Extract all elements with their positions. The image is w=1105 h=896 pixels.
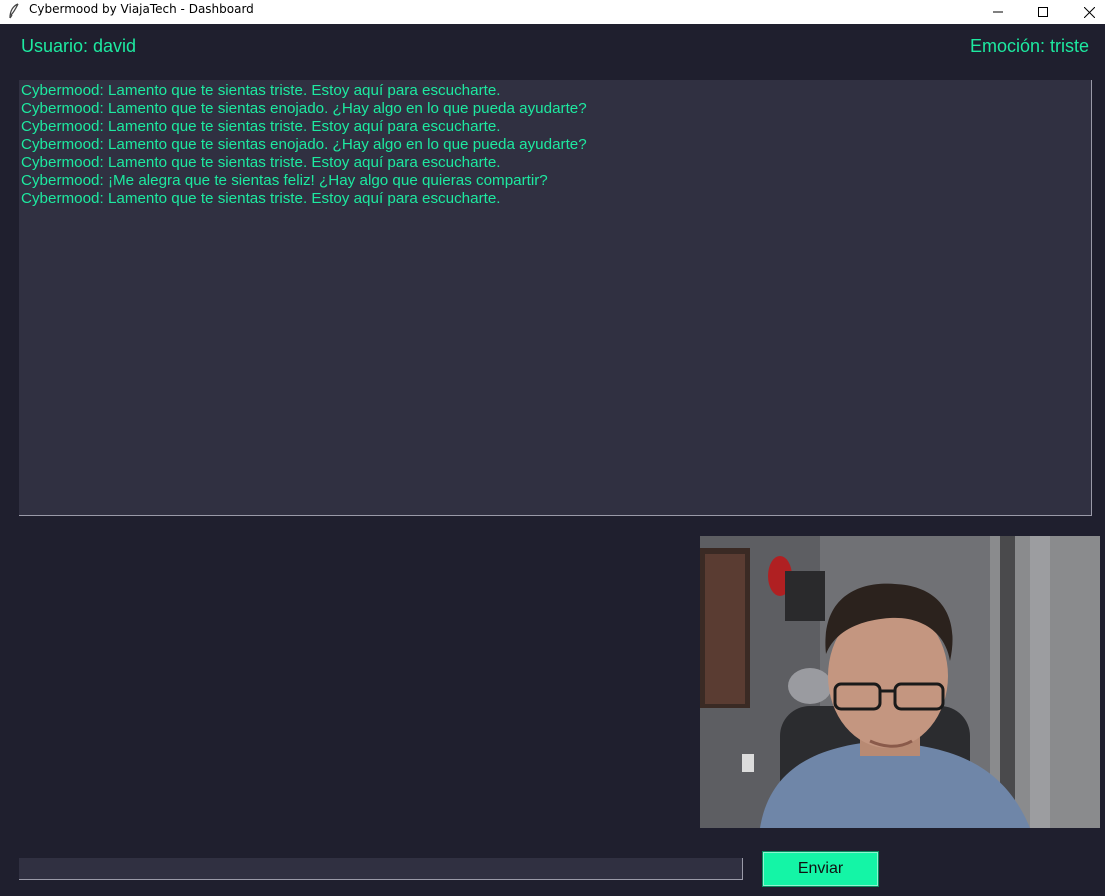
close-icon	[1083, 6, 1095, 18]
chat-message: Cybermood: ¡Me alegra que te sientas fel…	[21, 172, 548, 189]
window-title: Cybermood by ViajaTech - Dashboard	[29, 2, 254, 16]
maximize-button[interactable]	[1020, 0, 1066, 24]
user-label: Usuario: david	[21, 36, 137, 56]
close-button[interactable]	[1066, 0, 1105, 24]
webcam-feed	[700, 536, 1100, 828]
chat-message: Cybermood: Lamento que te sientas triste…	[21, 82, 501, 99]
chat-message: Cybermood: Lamento que te sientas enojad…	[21, 136, 587, 153]
send-button[interactable]: Enviar	[762, 851, 879, 887]
chat-log[interactable]: Cybermood: Lamento que te sientas triste…	[19, 80, 1092, 516]
chat-message: Cybermood: Lamento que te sientas triste…	[21, 190, 501, 207]
maximize-icon	[1038, 7, 1048, 17]
title-bar: Cybermood by ViajaTech - Dashboard	[0, 0, 1105, 24]
chat-message: Cybermood: Lamento que te sientas enojad…	[21, 100, 587, 117]
feather-icon	[8, 3, 22, 19]
chat-message: Cybermood: Lamento que te sientas triste…	[21, 154, 501, 171]
chat-message: Cybermood: Lamento que te sientas triste…	[21, 118, 501, 135]
message-input[interactable]	[19, 858, 743, 880]
minimize-icon	[993, 11, 1003, 13]
minimize-button[interactable]	[975, 0, 1021, 24]
emotion-label: Emoción: triste	[969, 36, 1089, 56]
